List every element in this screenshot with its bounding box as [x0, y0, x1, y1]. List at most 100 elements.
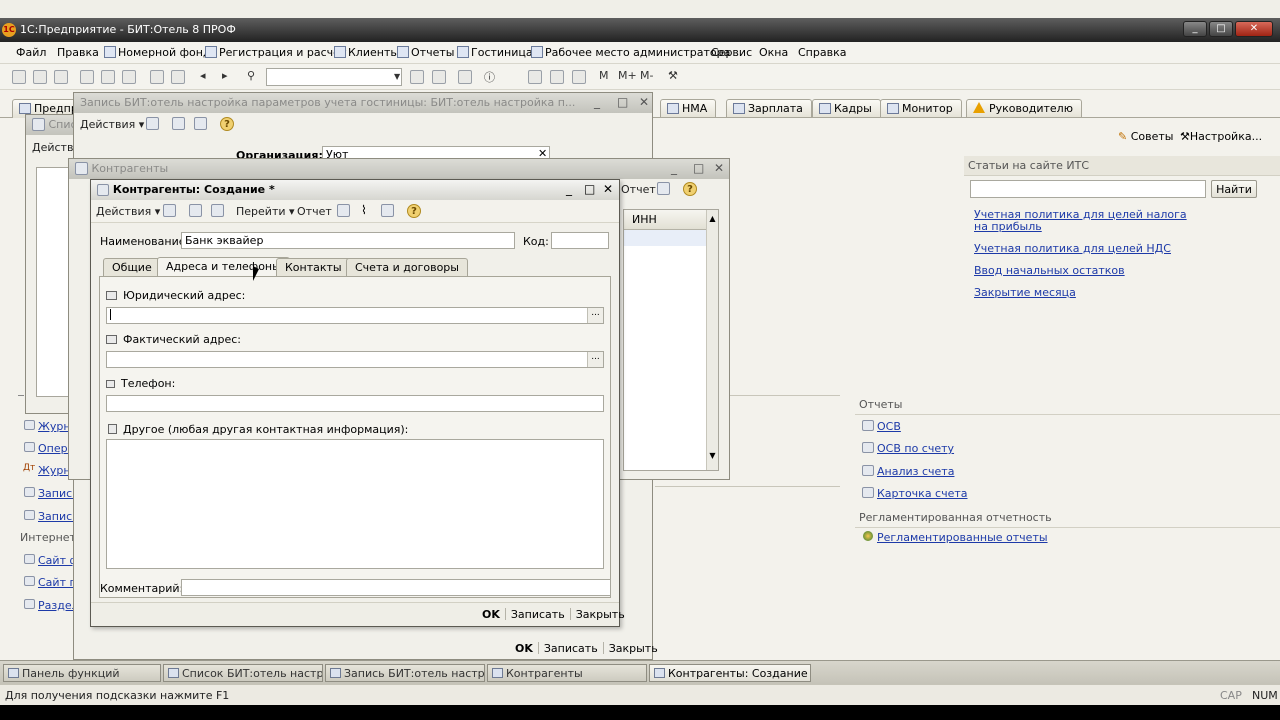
scroll-down-icon[interactable]: ▼: [707, 451, 718, 460]
form-minimize-button[interactable]: _: [566, 182, 572, 196]
task-settings-list[interactable]: Список БИТ:отель настрой...: [163, 664, 323, 682]
settings-refresh-icon[interactable]: [172, 117, 185, 130]
tab-general[interactable]: Общие: [103, 258, 161, 276]
other-contact-textarea[interactable]: [106, 439, 604, 569]
its-search-input[interactable]: [970, 180, 1206, 198]
menu-help[interactable]: Справка: [798, 46, 846, 59]
find-next-icon[interactable]: [410, 70, 424, 84]
comment-input[interactable]: [181, 579, 611, 596]
task-function-panel[interactable]: Панель функций: [3, 664, 161, 682]
windows-icon[interactable]: [458, 70, 472, 84]
list-maximize-button[interactable]: □: [693, 161, 704, 175]
menu-edit[interactable]: Правка: [57, 46, 99, 59]
info-icon[interactable]: ⓘ: [484, 69, 495, 85]
settings-close-button[interactable]: ✕: [639, 95, 649, 109]
print-icon[interactable]: [150, 70, 164, 84]
paste-icon[interactable]: [122, 70, 136, 84]
tab-hr[interactable]: Кадры: [812, 99, 881, 118]
legal-address-select-button[interactable]: ...: [587, 308, 603, 323]
print-preview-icon[interactable]: [171, 70, 185, 84]
memory-mminus-icon[interactable]: M-: [640, 69, 653, 82]
cut-icon[interactable]: [80, 70, 94, 84]
link-opening-balances[interactable]: Ввод начальных остатков: [974, 264, 1125, 277]
forward-arrow-icon[interactable]: ▸: [222, 69, 228, 82]
tab-contacts[interactable]: Контакты: [276, 258, 351, 276]
menu-registration[interactable]: Регистрация и расчет: [205, 46, 346, 59]
link-regulated-reports[interactable]: Регламентированные отчеты: [877, 531, 1048, 544]
tab-manager[interactable]: Руководителю: [966, 99, 1082, 118]
task-settings-record[interactable]: Запись БИТ:отель настр...: [325, 664, 485, 682]
legal-address-input[interactable]: ...: [106, 307, 604, 324]
column-header-inn[interactable]: ИНН: [624, 210, 706, 230]
link-tax-policy-line2[interactable]: на прибыль: [974, 220, 1042, 233]
maximize-button[interactable]: □: [1209, 21, 1233, 37]
settings-minimize-button[interactable]: _: [594, 95, 600, 109]
form-save-icon[interactable]: [163, 204, 176, 217]
settings-copy-icon[interactable]: [194, 117, 207, 130]
menu-hotel[interactable]: Гостиница: [457, 46, 533, 59]
open-folder-icon[interactable]: [33, 70, 47, 84]
small-actions-button[interactable]: Действ: [32, 141, 73, 154]
list-minimize-button[interactable]: _: [671, 161, 677, 175]
search-icon[interactable]: ⚲: [247, 69, 255, 82]
table-row[interactable]: [624, 230, 706, 246]
form-copy-icon[interactable]: [211, 204, 224, 217]
actual-address-input[interactable]: ...: [106, 351, 604, 368]
form-close-button[interactable]: ✕: [603, 182, 613, 196]
menu-service[interactable]: Сервис: [711, 46, 752, 59]
memory-m-icon[interactable]: M: [599, 69, 609, 82]
search-dropdown-icon[interactable]: ▼: [394, 72, 400, 81]
calendar-icon[interactable]: [550, 70, 564, 84]
link-osv-by-account[interactable]: ОСВ по счету: [877, 442, 954, 455]
settings-button[interactable]: ⚒Настройка...: [1180, 130, 1262, 143]
phone-input[interactable]: [106, 395, 604, 412]
find-button[interactable]: Найти: [1211, 180, 1257, 198]
list-scrollbar[interactable]: ▲ ▼: [706, 210, 718, 470]
toolbar-search-input[interactable]: [266, 68, 402, 86]
form-attach-icon[interactable]: ⌇: [361, 203, 367, 217]
form-refresh-icon[interactable]: [189, 204, 202, 217]
calculator-icon[interactable]: [528, 70, 542, 84]
menu-reports[interactable]: Отчеты: [397, 46, 454, 59]
list-help-icon[interactable]: ?: [683, 182, 697, 196]
link-account-analysis[interactable]: Анализ счета: [877, 465, 954, 478]
settings-close-footer-button[interactable]: Закрыть: [609, 642, 658, 655]
menu-admin-workplace[interactable]: Рабочее место администратора: [531, 46, 730, 59]
list-columns-icon[interactable]: [657, 182, 670, 195]
find-prev-icon[interactable]: [432, 70, 446, 84]
settings-maximize-button[interactable]: □: [617, 95, 628, 109]
tools-icon[interactable]: ⚒: [668, 69, 678, 82]
link-account-card[interactable]: Карточка счета: [877, 487, 968, 500]
left-link-site-2[interactable]: Сайт п: [38, 576, 77, 589]
menu-room-fund[interactable]: Номерной фонд: [104, 46, 211, 59]
name-input[interactable]: Банк эквайер: [181, 232, 515, 249]
settings-save-icon[interactable]: [146, 117, 159, 130]
menu-clients[interactable]: Клиенты: [334, 46, 399, 59]
memory-mplus-icon[interactable]: M+: [618, 69, 637, 82]
scroll-up-icon[interactable]: ▲: [707, 214, 718, 223]
tips-button[interactable]: ✎ Советы: [1118, 130, 1173, 143]
list-report-button[interactable]: Отчет: [621, 183, 656, 196]
actual-address-select-button[interactable]: ...: [587, 352, 603, 367]
code-input[interactable]: [551, 232, 609, 249]
close-window-button[interactable]: ✕: [1235, 21, 1273, 37]
link-osv[interactable]: ОСВ: [877, 420, 901, 433]
form-maximize-button[interactable]: □: [584, 182, 595, 196]
form-list-icon[interactable]: [337, 204, 350, 217]
list-close-button[interactable]: ✕: [714, 161, 724, 175]
form-ok-button[interactable]: OK: [482, 608, 500, 621]
tab-monitor[interactable]: Монитор: [880, 99, 962, 118]
tab-addresses-phones[interactable]: Адреса и телефоны: [157, 257, 290, 277]
form-close-footer-button[interactable]: Закрыть: [576, 608, 625, 621]
settings-actions-button[interactable]: Действия ▾: [80, 118, 144, 131]
tab-nma[interactable]: НМА: [660, 99, 717, 118]
tab-accounts-contracts[interactable]: Счета и договоры: [346, 258, 468, 276]
form-save-button[interactable]: Записать: [511, 608, 565, 621]
form-report-button[interactable]: Отчет: [297, 205, 332, 218]
grid-icon[interactable]: [572, 70, 586, 84]
left-link-journal-2[interactable]: Журн: [38, 464, 71, 477]
link-vat-policy[interactable]: Учетная политика для целей НДС: [974, 242, 1171, 255]
tab-salary[interactable]: Зарплата: [726, 99, 812, 118]
link-month-closing[interactable]: Закрытие месяца: [974, 286, 1076, 299]
form-actions-button[interactable]: Действия ▾: [96, 205, 160, 218]
